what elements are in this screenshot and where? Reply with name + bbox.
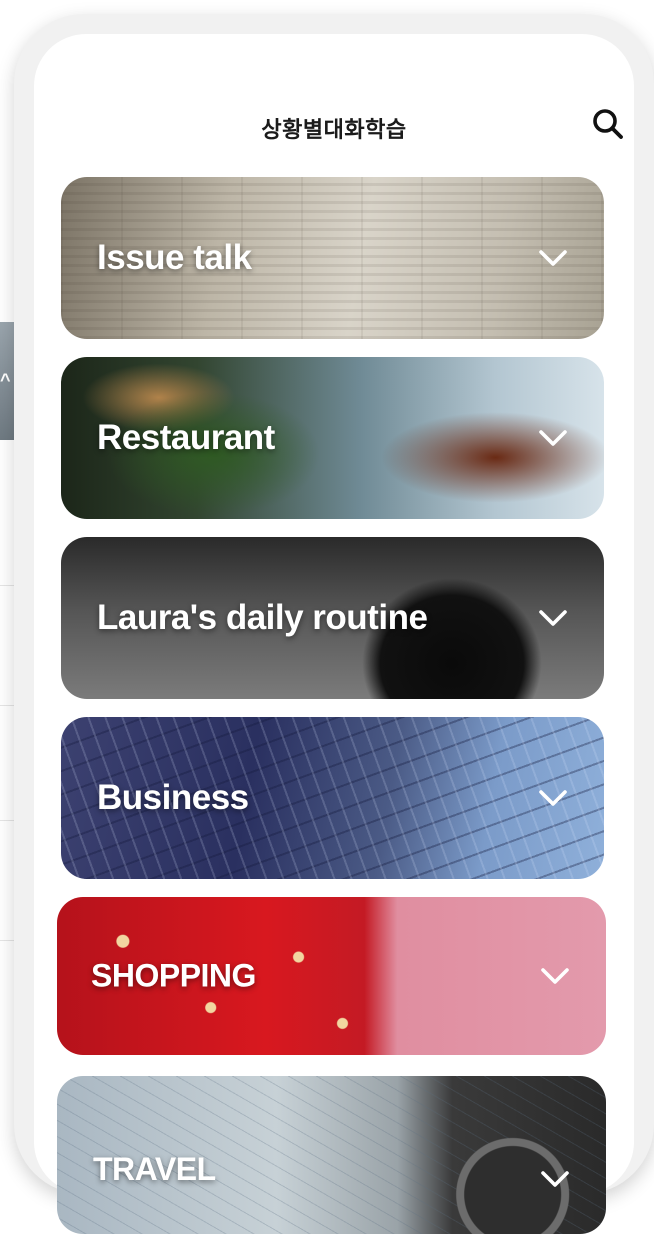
category-card-restaurant[interactable]: Restaurant (61, 357, 604, 519)
chevron-down-icon[interactable] (536, 601, 570, 635)
card-label: Laura's daily routine (97, 598, 428, 637)
card-label: Business (97, 778, 249, 817)
search-button[interactable] (588, 106, 628, 146)
chevron-up-icon: ^ (0, 370, 11, 390)
card-label: Restaurant (97, 418, 275, 457)
chevron-down-icon[interactable] (536, 421, 570, 455)
search-icon (591, 107, 625, 146)
category-card-travel[interactable]: TRAVEL (57, 1076, 606, 1234)
chevron-down-icon[interactable] (538, 959, 572, 993)
category-card-lauras-daily-routine[interactable]: Laura's daily routine (61, 537, 604, 699)
category-card-issue-talk[interactable]: Issue talk (61, 177, 604, 339)
page-title: 상황별대화학습 (261, 117, 407, 142)
card-label: SHOPPING (91, 957, 256, 994)
card-label: Issue talk (97, 238, 252, 277)
card-label: TRAVEL (93, 1151, 216, 1187)
chevron-down-icon[interactable] (536, 781, 570, 815)
chevron-down-icon[interactable] (538, 1162, 572, 1196)
category-card-business[interactable]: Business (61, 717, 604, 879)
category-card-shopping[interactable]: SHOPPING (57, 897, 606, 1055)
chevron-down-icon[interactable] (536, 241, 570, 275)
